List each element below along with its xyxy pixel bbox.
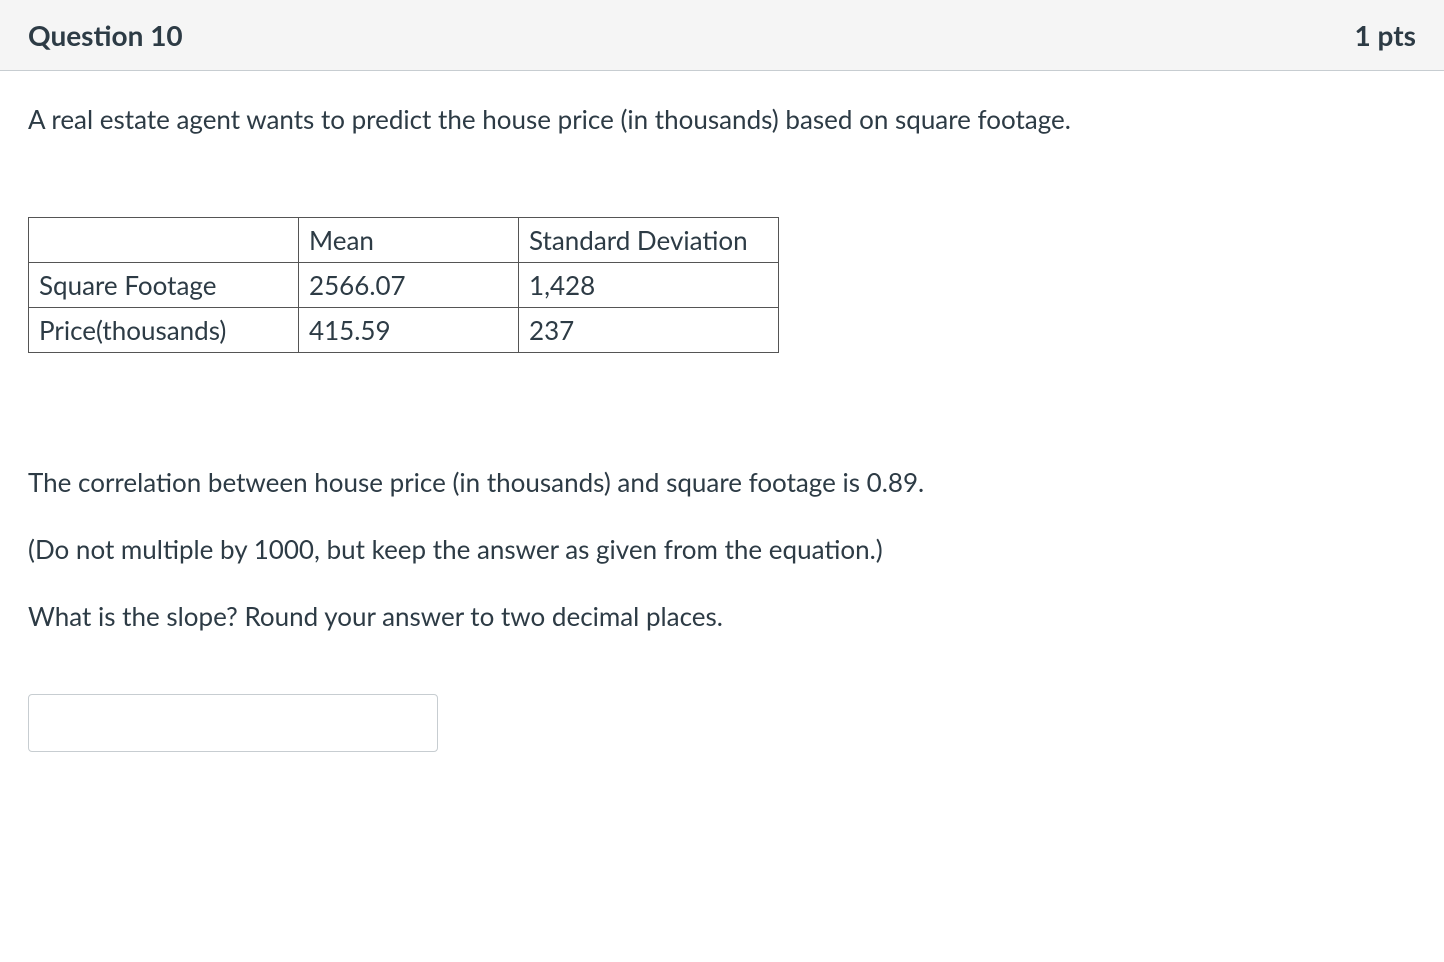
table-header-blank xyxy=(29,218,299,263)
row-mean: 2566.07 xyxy=(299,263,519,308)
table-header-sd: Standard Deviation xyxy=(519,218,779,263)
instruction-text: (Do not multiple by 1000, but keep the a… xyxy=(28,530,1416,569)
correlation-text: The correlation between house price (in … xyxy=(28,463,1416,502)
table-row: Price(thousands) 415.59 237 xyxy=(29,308,779,353)
question-intro: A real estate agent wants to predict the… xyxy=(28,101,1416,137)
question-title: Question 10 xyxy=(28,18,183,52)
row-label: Square Footage xyxy=(29,263,299,308)
table-row: Square Footage 2566.07 1,428 xyxy=(29,263,779,308)
stats-table: Mean Standard Deviation Square Footage 2… xyxy=(28,217,779,353)
row-label: Price(thousands) xyxy=(29,308,299,353)
row-sd: 1,428 xyxy=(519,263,779,308)
table-header-mean: Mean xyxy=(299,218,519,263)
row-sd: 237 xyxy=(519,308,779,353)
question-points: 1 pts xyxy=(1355,18,1416,52)
question-prompt: What is the slope? Round your answer to … xyxy=(28,597,1416,636)
question-header: Question 10 1 pts xyxy=(0,0,1444,71)
row-mean: 415.59 xyxy=(299,308,519,353)
answer-input[interactable] xyxy=(28,694,438,752)
question-body: A real estate agent wants to predict the… xyxy=(0,71,1444,792)
table-header-row: Mean Standard Deviation xyxy=(29,218,779,263)
